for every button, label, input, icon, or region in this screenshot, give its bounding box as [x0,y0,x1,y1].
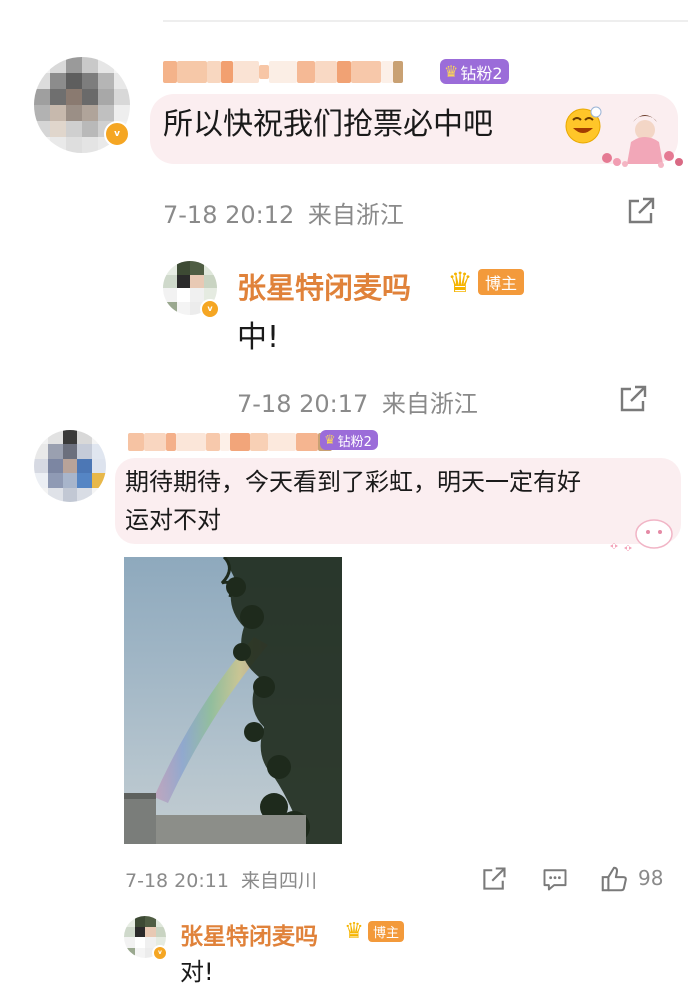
comment-text: 所以快祝我们抢票必中吧 [163,107,493,142]
crown-icon: ♛ [444,62,459,81]
author-badge-label: 博主 [478,269,524,295]
author-badge: ♛ 博主 [340,918,404,944]
reply-meta: 7-18 20:17 来自浙江 [237,384,478,419]
location: 来自浙江 [381,390,478,418]
avatar[interactable] [34,430,106,502]
timestamp: 7-18 20:12 [163,201,295,229]
bubble-decoration [595,108,687,170]
share-icon[interactable] [624,194,658,228]
author-badge-label: 博主 [368,920,404,942]
timestamp: 7-18 20:17 [237,390,369,418]
crown-icon: ♛ [324,432,336,448]
share-icon[interactable] [616,382,650,416]
comment-meta: 7-18 20:11 来自四川 [125,866,317,893]
verified-icon: v [152,945,168,961]
reply-text: 对! [180,958,214,986]
author-nickname[interactable]: 张星特闭麦吗 [180,917,318,951]
comment-photo[interactable] [124,557,342,844]
timestamp: 7-18 20:11 [125,870,229,892]
crown-icon: ♛ [344,918,364,944]
location: 来自浙江 [307,201,404,229]
fan-badge[interactable]: ♛ 钻粉2 [320,430,378,450]
verified-icon: v [104,121,130,147]
like-icon[interactable] [598,863,630,895]
divider [163,20,688,22]
fan-badge-label: 钻粉2 [337,434,372,450]
reply-text: 中! [237,320,280,355]
like-count: 98 [638,866,664,890]
bubble-decoration [604,512,680,556]
comment-icon[interactable] [540,864,570,894]
username-blurred [163,60,403,84]
author-nickname[interactable]: 张星特闭麦吗 [237,265,411,307]
comment-text-line2: 运对不对 [125,506,221,534]
fan-badge-label: 钻粉2 [460,63,503,83]
fan-badge[interactable]: ♛ 钻粉2 [440,59,509,84]
share-icon[interactable] [479,864,509,894]
comment-meta: 7-18 20:12 来自浙江 [163,195,404,230]
crown-icon: ♛ [447,265,473,299]
comment-text-line1: 期待期待，今天看到了彩虹，明天一定有好 [125,468,581,496]
username-blurred [128,430,332,454]
author-badge: ♛ 博主 [442,265,524,299]
location: 来自四川 [240,870,317,892]
verified-icon: v [200,299,220,319]
